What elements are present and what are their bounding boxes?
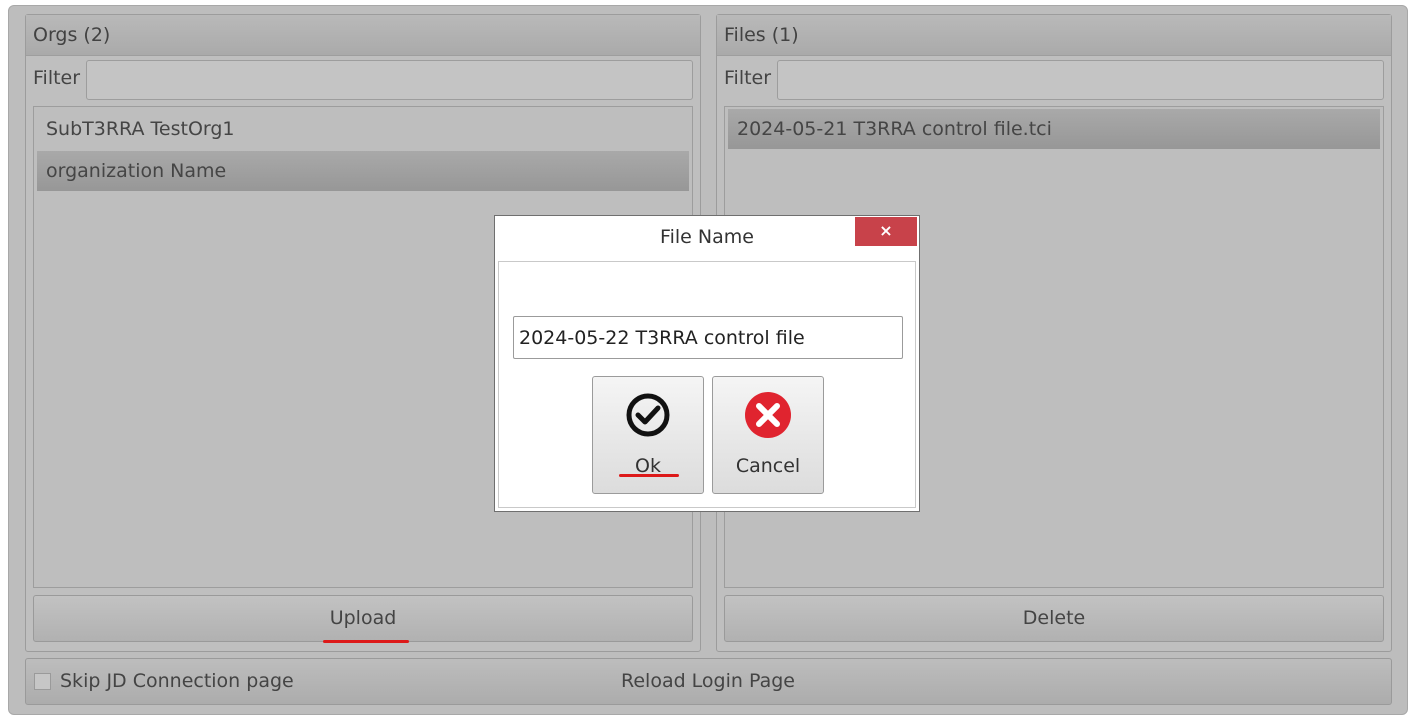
- file-name-dialog: File Name × Ok Cancel: [494, 215, 920, 512]
- ok-highlight-underline: [619, 474, 679, 477]
- files-header: Files (1): [717, 15, 1391, 56]
- close-icon[interactable]: ×: [855, 217, 917, 246]
- upload-highlight-underline: [323, 640, 409, 643]
- dialog-body: Ok Cancel: [498, 261, 916, 508]
- x-circle-icon: [745, 392, 791, 438]
- skip-jd-label[interactable]: Skip JD Connection page: [60, 670, 294, 692]
- skip-jd-checkbox[interactable]: [34, 673, 51, 690]
- orgs-filter-input[interactable]: [86, 60, 693, 100]
- upload-button[interactable]: Upload: [33, 595, 693, 642]
- files-filter-label: Filter: [724, 67, 772, 89]
- org-list-item-subt3rra[interactable]: SubT3RRA TestOrg1: [37, 109, 689, 149]
- file-list-item[interactable]: 2024-05-21 T3RRA control file.tci: [728, 109, 1380, 149]
- file-name-input[interactable]: [513, 316, 903, 359]
- delete-button[interactable]: Delete: [724, 595, 1384, 642]
- footer-bar: Skip JD Connection page Reload Login Pag…: [25, 658, 1392, 705]
- cancel-button[interactable]: Cancel: [712, 376, 824, 494]
- upload-button-label: Upload: [329, 607, 397, 629]
- cancel-button-label: Cancel: [735, 455, 801, 477]
- orgs-filter-label: Filter: [33, 67, 81, 89]
- org-list-item-organization-name[interactable]: organization Name: [37, 151, 689, 191]
- reload-login-page-button[interactable]: Reload Login Page: [621, 670, 795, 692]
- check-circle-icon: [626, 393, 670, 437]
- files-filter-input[interactable]: [777, 60, 1384, 100]
- orgs-header: Orgs (2): [26, 15, 700, 56]
- delete-button-label: Delete: [1022, 607, 1086, 629]
